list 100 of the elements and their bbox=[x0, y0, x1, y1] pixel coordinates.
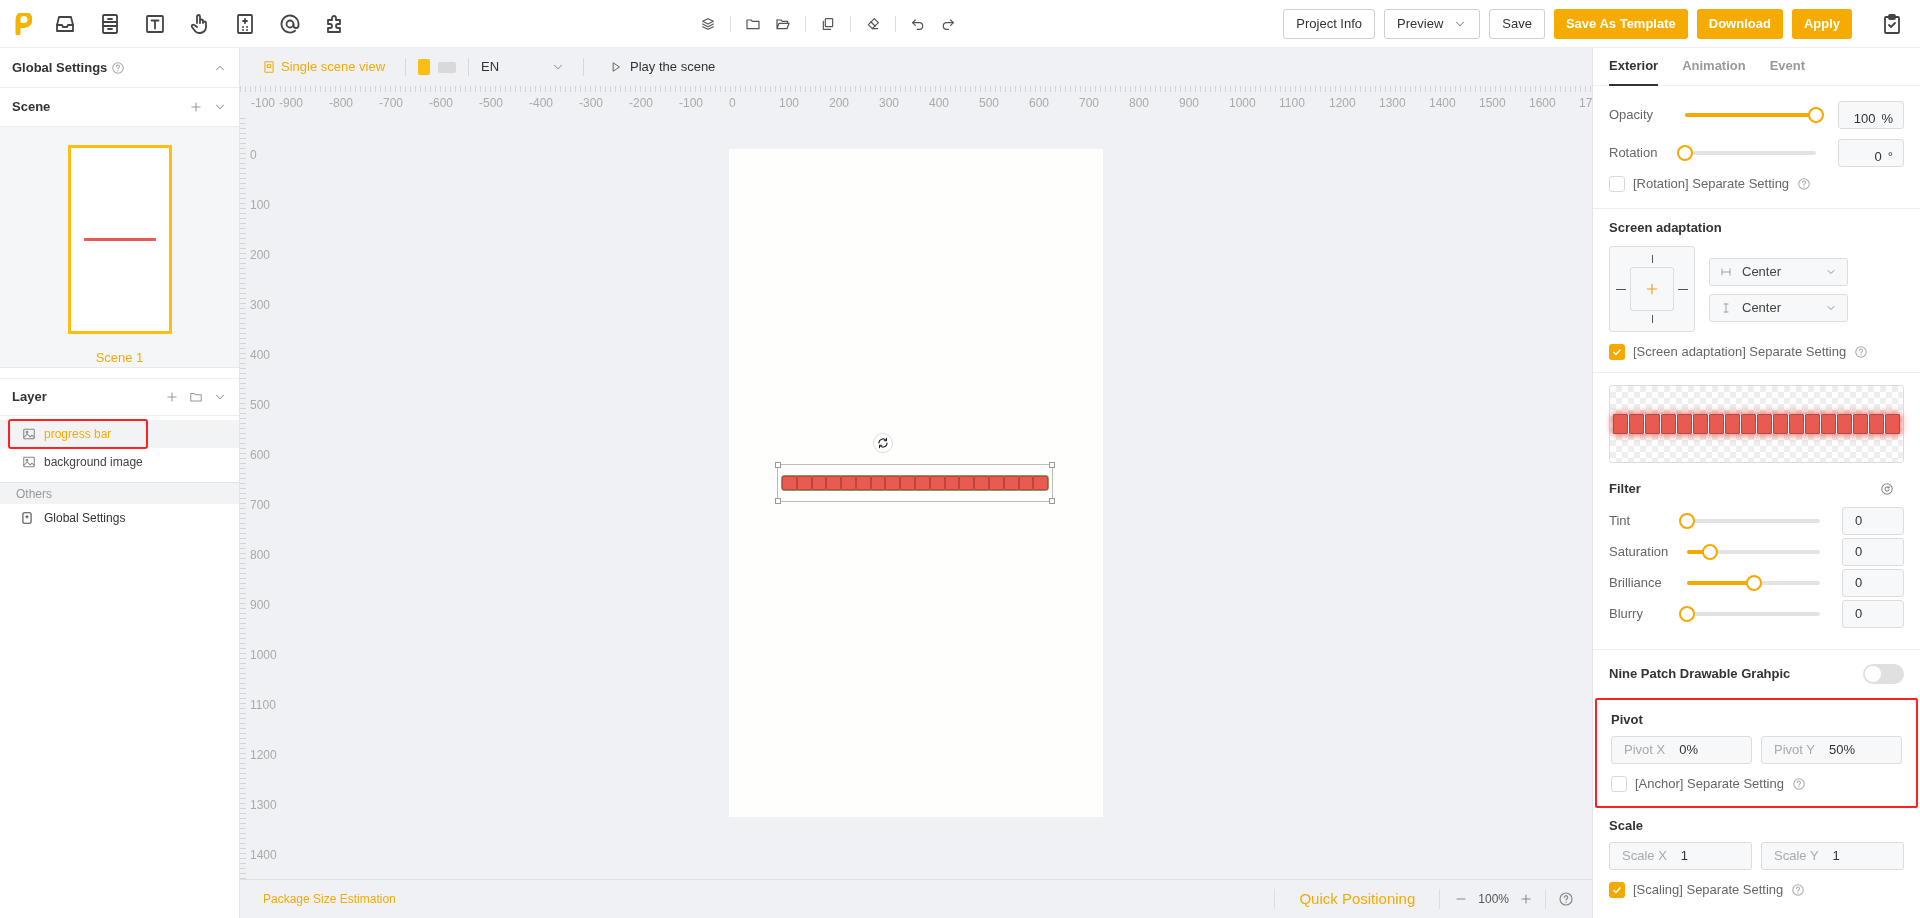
panel-tab[interactable]: Exterior bbox=[1609, 48, 1659, 86]
add-icon bbox=[1644, 281, 1660, 297]
add-icon[interactable] bbox=[165, 390, 179, 404]
ruler-label: 700 bbox=[250, 498, 271, 512]
help-icon[interactable] bbox=[1558, 891, 1574, 907]
ruler-label: 100 bbox=[779, 96, 800, 110]
help-icon[interactable] bbox=[1854, 345, 1869, 359]
ruler-label: 700 bbox=[1079, 96, 1100, 110]
help-icon[interactable] bbox=[1791, 883, 1806, 897]
ruler-label: -600 bbox=[429, 96, 454, 110]
number-field[interactable]: 0 bbox=[1842, 569, 1904, 597]
slider-thumb[interactable] bbox=[1677, 145, 1693, 161]
ruler-label: -900 bbox=[279, 96, 304, 110]
slider-thumb[interactable] bbox=[1808, 107, 1824, 123]
toolbar-button[interactable]: Project Info bbox=[1283, 8, 1376, 39]
ruler-label: 800 bbox=[250, 548, 271, 562]
ruler-label: 400 bbox=[929, 96, 950, 110]
ruler-label: 600 bbox=[1029, 96, 1050, 110]
play-button[interactable]: Play the scene bbox=[610, 57, 716, 77]
number-field[interactable]: 0 bbox=[1842, 538, 1904, 566]
ruler-label: 1500 bbox=[1479, 96, 1506, 110]
play-icon bbox=[610, 61, 623, 73]
device-icon bbox=[20, 511, 34, 525]
orientation-option[interactable] bbox=[438, 61, 457, 73]
checkbox[interactable] bbox=[1609, 882, 1625, 898]
slider-thumb[interactable] bbox=[1745, 575, 1762, 591]
ruler-label: -800 bbox=[329, 96, 354, 110]
ruler-label: 1000 bbox=[250, 648, 277, 662]
property-label: Rotation bbox=[1609, 144, 1659, 163]
number-field[interactable]: 100 % bbox=[1838, 101, 1904, 129]
ruler-label: 900 bbox=[250, 598, 271, 612]
ruler-label: 1600 bbox=[1529, 96, 1556, 110]
section-title: Global Settings bbox=[12, 58, 108, 77]
slider-thumb[interactable] bbox=[1701, 544, 1718, 560]
ruler-label: 900 bbox=[1179, 96, 1200, 110]
slider-thumb[interactable] bbox=[1679, 513, 1695, 529]
help-icon[interactable] bbox=[111, 60, 126, 75]
vertical-align-select[interactable]: Center bbox=[1709, 294, 1848, 322]
toolbar-button[interactable]: Save bbox=[1489, 8, 1545, 39]
ruler-label: 1200 bbox=[250, 748, 277, 762]
help-icon[interactable] bbox=[1797, 177, 1812, 191]
app-logo[interactable] bbox=[14, 12, 32, 35]
ruler-label: -400 bbox=[529, 96, 554, 110]
input-field[interactable]: Scale X 1 bbox=[1609, 842, 1752, 870]
checkbox[interactable] bbox=[1609, 176, 1625, 192]
checkbox[interactable] bbox=[1611, 776, 1627, 792]
group-label: Others bbox=[16, 485, 52, 503]
ruler-label: -500 bbox=[479, 96, 504, 110]
input-field[interactable]: Pivot Y 50% bbox=[1761, 736, 1902, 764]
ruler-label: 1100 bbox=[250, 698, 276, 712]
ruler-label: 1100 bbox=[1279, 96, 1305, 110]
input-field[interactable]: Scale Y 1 bbox=[1761, 842, 1904, 870]
ruler-label: 200 bbox=[829, 96, 850, 110]
reset-icon[interactable] bbox=[1880, 482, 1894, 496]
horizontal-align-select[interactable]: Center bbox=[1709, 258, 1848, 286]
width-icon bbox=[1720, 266, 1732, 278]
ruler-label: 200 bbox=[250, 248, 271, 262]
selection-frame[interactable] bbox=[777, 464, 1053, 502]
toggle-switch[interactable] bbox=[1863, 664, 1904, 684]
ruler-label: 400 bbox=[250, 348, 271, 362]
section-title: Scene bbox=[12, 98, 51, 117]
checkbox-label: [Rotation] Separate Setting bbox=[1633, 175, 1790, 194]
checkbox-label: [Scaling] Separate Setting bbox=[1633, 881, 1784, 900]
check-icon bbox=[1611, 346, 1623, 358]
rotate-handle[interactable] bbox=[873, 433, 893, 453]
ruler-label: 600 bbox=[250, 448, 271, 462]
ruler-label: 300 bbox=[250, 298, 271, 312]
add-icon[interactable] bbox=[189, 100, 203, 114]
toggle-label: Nine Patch Drawable Grahpic bbox=[1609, 665, 1791, 684]
ruler-label: 100 bbox=[250, 198, 271, 212]
settings-item[interactable]: Global Settings bbox=[0, 504, 239, 532]
ruler-label: 17 bbox=[1579, 96, 1592, 110]
image-icon bbox=[22, 455, 36, 469]
ruler-label: 500 bbox=[250, 398, 271, 412]
alignment-control[interactable] bbox=[1609, 246, 1695, 332]
input-field[interactable]: Pivot X 0% bbox=[1611, 736, 1752, 764]
number-field[interactable]: 0 bbox=[1842, 600, 1904, 628]
ruler-label: 500 bbox=[979, 96, 1000, 110]
filter-label: Brilliance bbox=[1609, 574, 1663, 593]
language-select[interactable]: EN bbox=[481, 57, 566, 77]
ruler-label: 0 bbox=[250, 148, 257, 162]
ruler-label: -200 bbox=[629, 96, 654, 110]
section-title: Filter bbox=[1609, 480, 1641, 499]
layers-icon[interactable] bbox=[700, 15, 716, 32]
ruler-label: 1000 bbox=[1229, 96, 1256, 110]
scene-icon bbox=[262, 60, 276, 74]
section-title: Pivot bbox=[1611, 712, 1644, 728]
eraser-icon[interactable] bbox=[865, 15, 881, 32]
scene-thumbnail[interactable] bbox=[67, 145, 172, 334]
zoom-in-icon[interactable] bbox=[1519, 892, 1533, 906]
number-field[interactable]: 0 bbox=[1842, 507, 1904, 535]
copy-icon[interactable] bbox=[820, 15, 836, 32]
dropdown-button[interactable]: Preview bbox=[1384, 8, 1481, 39]
checkbox[interactable] bbox=[1609, 344, 1625, 360]
help-icon[interactable] bbox=[1791, 777, 1806, 791]
number-field[interactable]: 0 ° bbox=[1838, 139, 1904, 167]
section-title: Screen adaptation bbox=[1609, 221, 1723, 235]
slider-thumb[interactable] bbox=[1679, 606, 1695, 622]
orientation-option[interactable] bbox=[418, 59, 431, 75]
section-title: Layer bbox=[12, 388, 47, 407]
